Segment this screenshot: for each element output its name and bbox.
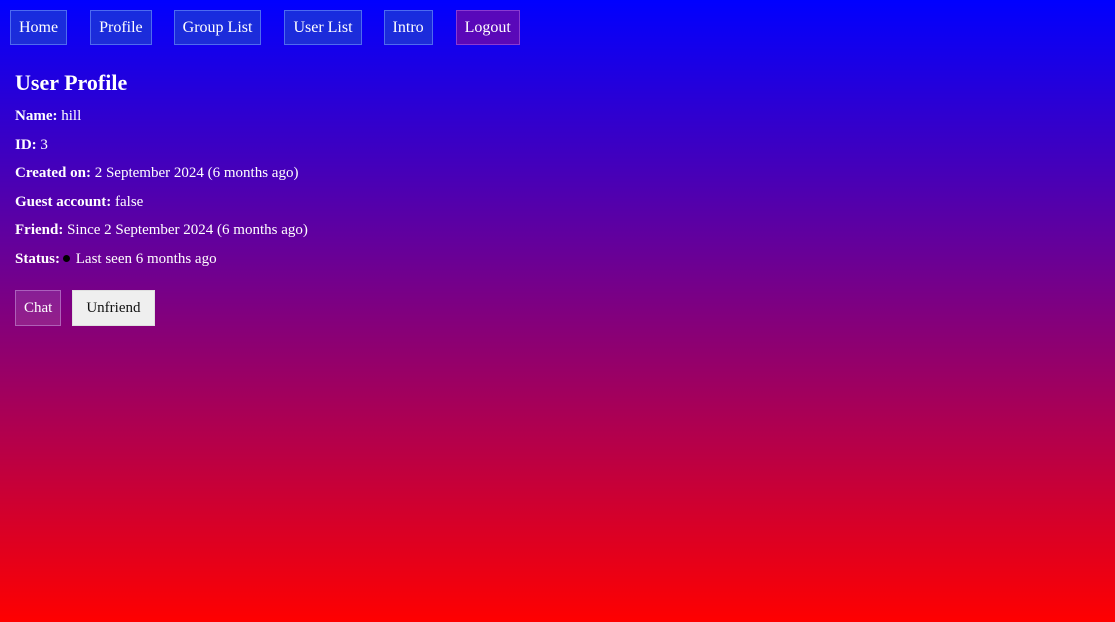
nav-home-button[interactable]: Home bbox=[10, 10, 68, 45]
unfriend-button[interactable]: Unfriend bbox=[72, 290, 155, 326]
guest-row: Guest account: false bbox=[15, 188, 308, 217]
created-label: Created on: bbox=[15, 165, 91, 181]
chat-button[interactable]: Chat bbox=[15, 290, 62, 326]
nav-user-list-button[interactable]: User List bbox=[284, 10, 362, 45]
nav-profile-button[interactable]: Profile bbox=[90, 10, 152, 45]
nav-group-list-button[interactable]: Group List bbox=[173, 10, 262, 45]
status-label: Status: bbox=[15, 250, 61, 267]
name-label: Name: bbox=[15, 108, 58, 124]
guest-value: false bbox=[115, 193, 144, 210]
profile-actions: Chat Unfriend bbox=[15, 290, 155, 326]
created-value: 2 September 2024 (6 months ago) bbox=[94, 165, 299, 181]
top-nav: Home Profile Group List User List Intro … bbox=[10, 10, 520, 45]
guest-label: Guest account: bbox=[15, 193, 112, 210]
friend-label: Friend: bbox=[15, 222, 64, 238]
name-row: Name: hill bbox=[15, 102, 308, 131]
id-value: 3 bbox=[40, 136, 48, 153]
status-row: Status: Last seen 6 months ago bbox=[15, 245, 308, 274]
friend-value: Since 2 September 2024 (6 months ago) bbox=[67, 222, 308, 238]
name-value: hill bbox=[61, 108, 82, 124]
id-label: ID: bbox=[15, 136, 37, 153]
id-row: ID: 3 bbox=[15, 131, 308, 160]
status-value: Last seen 6 months ago bbox=[75, 250, 217, 267]
friend-row: Friend: Since 2 September 2024 (6 months… bbox=[15, 216, 308, 245]
nav-logout-button[interactable]: Logout bbox=[455, 10, 520, 45]
profile-section: User Profile Name: hill ID: 3 Created on… bbox=[15, 64, 308, 273]
nav-intro-button[interactable]: Intro bbox=[383, 10, 433, 45]
status-dot-icon bbox=[63, 254, 71, 262]
page-title: User Profile bbox=[15, 70, 128, 95]
created-row: Created on: 2 September 2024 (6 months a… bbox=[15, 159, 308, 188]
